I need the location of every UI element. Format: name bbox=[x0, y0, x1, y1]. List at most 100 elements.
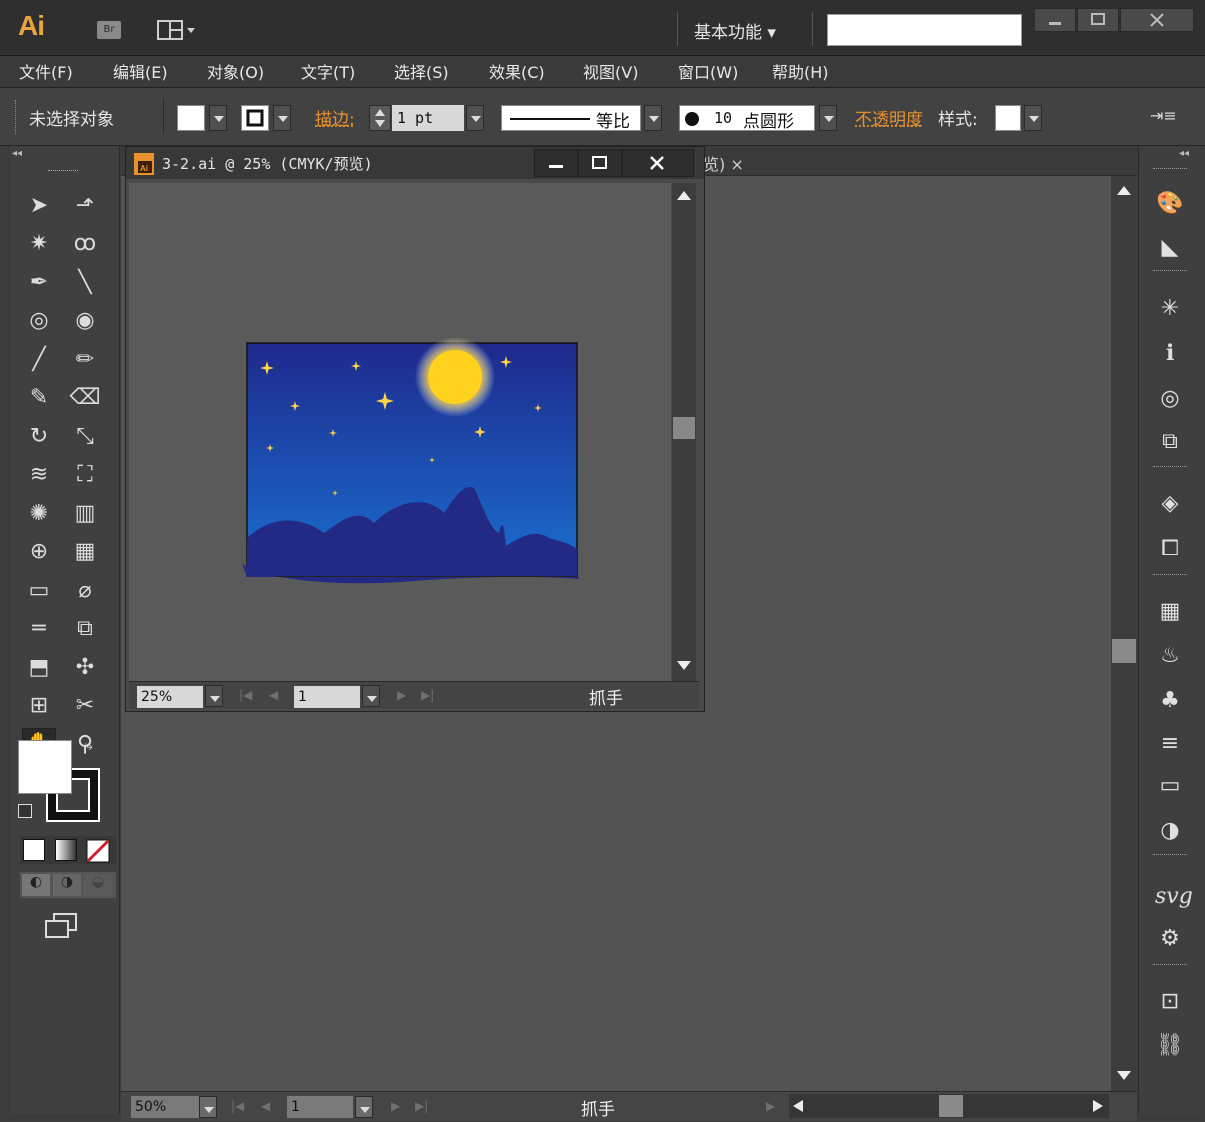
panel-group-grip[interactable] bbox=[1153, 270, 1187, 273]
scroll-thumb[interactable] bbox=[1112, 639, 1136, 663]
free-transform-icon[interactable]: ⛶ bbox=[68, 459, 102, 491]
doc-page-dropdown[interactable] bbox=[362, 685, 380, 707]
fill-swatch[interactable] bbox=[177, 105, 205, 131]
column-graph-icon[interactable]: ▥ bbox=[68, 497, 102, 529]
color-guide-icon[interactable]: ◣ bbox=[1153, 230, 1187, 264]
default-colors-icon[interactable] bbox=[18, 804, 32, 818]
links-icon[interactable]: ⛓ bbox=[1153, 1028, 1187, 1062]
horizontal-scrollbar[interactable] bbox=[789, 1094, 1109, 1118]
shape-builder-icon[interactable]: ⊕ bbox=[22, 536, 56, 568]
prev-page-icon[interactable]: ◀ bbox=[261, 1099, 270, 1113]
symbol-sprayer-icon[interactable]: ✺ bbox=[22, 497, 56, 529]
magic-wand-icon[interactable]: ✷ bbox=[22, 228, 56, 260]
profile-dropdown[interactable] bbox=[644, 105, 662, 131]
arrange-documents-button[interactable] bbox=[157, 20, 197, 42]
spiral-icon[interactable]: ◉ bbox=[68, 305, 102, 337]
fill-color-box[interactable] bbox=[18, 740, 72, 794]
minimize-button[interactable] bbox=[1034, 8, 1076, 32]
menu-effect[interactable]: 效果(C) bbox=[489, 59, 545, 83]
stroke-weight-field[interactable]: 1 pt bbox=[392, 105, 464, 131]
panel-group-grip[interactable] bbox=[1153, 574, 1187, 577]
stroke-label[interactable]: 描边: bbox=[315, 105, 355, 130]
menu-select[interactable]: 选择(S) bbox=[394, 59, 449, 83]
panel-group-grip[interactable] bbox=[1153, 854, 1187, 857]
stroke-swatch[interactable] bbox=[241, 105, 269, 131]
paintbrush-icon[interactable]: ╱ bbox=[22, 343, 56, 375]
menu-view[interactable]: 视图(V) bbox=[583, 59, 638, 83]
line-icon[interactable]: ╲ bbox=[68, 266, 102, 298]
appearance-icon[interactable]: ◎ bbox=[1153, 381, 1187, 415]
blend-icon[interactable]: ⧉ bbox=[68, 613, 102, 645]
swatches-icon[interactable]: ▦ bbox=[1153, 594, 1187, 628]
stroke-weight-stepper[interactable] bbox=[369, 105, 391, 131]
fill-dropdown[interactable] bbox=[209, 105, 227, 131]
panel-group-grip[interactable] bbox=[1153, 168, 1187, 171]
svg-interactivity-label[interactable]: svg bbox=[1155, 884, 1193, 909]
doc-zoom-dropdown[interactable] bbox=[205, 685, 223, 707]
next-page-icon[interactable]: ▶ bbox=[391, 1099, 400, 1113]
artboards-icon[interactable]: ⧠ bbox=[1153, 531, 1187, 565]
menu-edit[interactable]: 编辑(E) bbox=[113, 59, 168, 83]
last-page-icon[interactable]: ▶| bbox=[421, 688, 434, 702]
brush-dropdown[interactable] bbox=[819, 105, 837, 131]
scale-icon[interactable]: ⤡ bbox=[68, 420, 102, 452]
graphic-style-dropdown[interactable] bbox=[1024, 105, 1042, 131]
graphic-styles-icon[interactable]: ⚙ bbox=[1153, 921, 1187, 955]
draw-inside-icon[interactable]: ◒ bbox=[84, 874, 112, 896]
doc-minimize-button[interactable] bbox=[534, 149, 578, 177]
artwork[interactable] bbox=[234, 333, 594, 603]
lasso-icon[interactable]: ꝏ bbox=[68, 228, 102, 260]
doc-tool-status[interactable]: 抓手 bbox=[589, 684, 623, 709]
last-page-icon[interactable]: ▶| bbox=[415, 1099, 428, 1113]
measure-icon[interactable]: ═ bbox=[22, 613, 56, 645]
draw-normal-icon[interactable]: ◐ bbox=[22, 874, 50, 896]
gradient-panel-icon[interactable]: ▭ bbox=[1153, 768, 1187, 802]
opacity-label[interactable]: 不透明度 bbox=[855, 105, 923, 130]
main-vertical-scrollbar[interactable] bbox=[1111, 176, 1137, 1091]
brush-definition[interactable]: 10 点圆形 bbox=[679, 105, 815, 132]
page-field[interactable]: 1 bbox=[287, 1096, 353, 1118]
zoom-dropdown[interactable] bbox=[199, 1096, 217, 1118]
bridge-button[interactable]: Br bbox=[97, 21, 121, 39]
gradient-mode-button[interactable] bbox=[55, 839, 77, 861]
menu-help[interactable]: 帮助(H) bbox=[772, 59, 829, 83]
doc-close-button[interactable] bbox=[622, 149, 694, 177]
none-mode-icon[interactable] bbox=[86, 839, 110, 863]
artboard-icon[interactable]: ⊞ bbox=[22, 690, 56, 722]
rotate-icon[interactable]: ↻ bbox=[22, 420, 56, 452]
first-page-icon[interactable]: |◀ bbox=[231, 1099, 244, 1113]
document-canvas[interactable] bbox=[129, 183, 671, 681]
screen-mode-icon[interactable] bbox=[44, 912, 80, 940]
blob-brush-icon[interactable]: ✎ bbox=[22, 382, 56, 414]
gradient-icon[interactable]: ▭ bbox=[22, 574, 56, 606]
collapse-icon[interactable]: ◂◂ bbox=[12, 148, 22, 159]
scroll-thumb[interactable] bbox=[673, 417, 695, 439]
draw-behind-icon[interactable]: ◑ bbox=[53, 874, 81, 896]
color-mode-button[interactable] bbox=[23, 839, 45, 861]
menu-object[interactable]: 对象(O) bbox=[207, 59, 264, 83]
workspace-switcher[interactable]: 基本功能 ▾ bbox=[694, 18, 776, 43]
panel-group-grip[interactable] bbox=[1153, 466, 1187, 469]
prev-page-icon[interactable]: ◀ bbox=[269, 688, 278, 702]
symbol-icon[interactable]: ✣ bbox=[68, 651, 102, 683]
doc-zoom-field[interactable]: 25% bbox=[137, 686, 203, 708]
transparency-icon[interactable]: ◑ bbox=[1153, 813, 1187, 847]
next-page-icon[interactable]: ▶ bbox=[397, 688, 406, 702]
close-button[interactable] bbox=[1120, 8, 1194, 32]
doc-maximize-button[interactable] bbox=[578, 149, 622, 177]
hscroll-thumb[interactable] bbox=[939, 1095, 963, 1117]
background-document-tab[interactable]: 览) × bbox=[703, 151, 744, 175]
variable-width-profile[interactable]: 等比 bbox=[501, 105, 641, 132]
slice-icon[interactable]: ⬒ bbox=[22, 651, 56, 683]
pen-icon[interactable]: ✒ bbox=[22, 266, 56, 298]
panel-group-grip[interactable] bbox=[1153, 964, 1187, 967]
status-menu-icon[interactable]: ▶ bbox=[766, 1099, 775, 1113]
pencil-icon[interactable]: ✏ bbox=[68, 343, 102, 375]
panel-menu-icon[interactable]: ⇥≡ bbox=[1150, 106, 1177, 125]
stroke-weight-dropdown[interactable] bbox=[466, 105, 484, 131]
menu-file[interactable]: 文件(F) bbox=[19, 59, 73, 83]
document-title-bar[interactable]: Ai 3-2.ai @ 25% (CMYK/预览) bbox=[126, 147, 704, 179]
document-info-icon[interactable]: ⊡ bbox=[1153, 984, 1187, 1018]
grip[interactable] bbox=[48, 170, 78, 172]
graphic-style-swatch[interactable] bbox=[995, 105, 1021, 131]
